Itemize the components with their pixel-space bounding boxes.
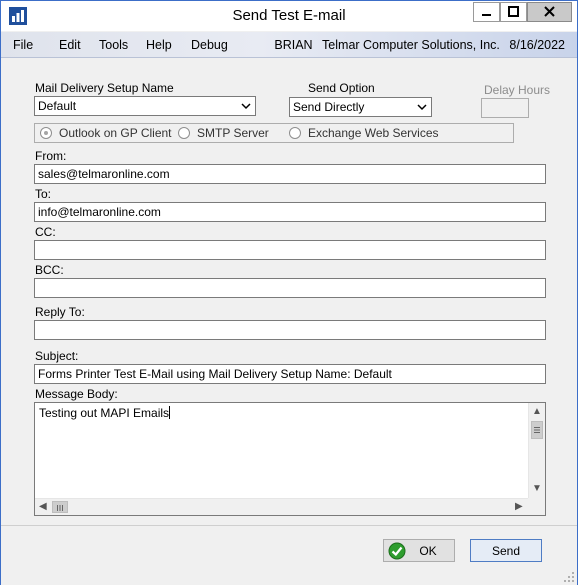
menu-debug[interactable]: Debug — [191, 38, 228, 52]
close-button[interactable] — [527, 2, 572, 22]
resize-grip-icon[interactable] — [563, 571, 575, 583]
menu-edit[interactable]: Edit — [59, 38, 81, 52]
reply-to-label: Reply To: — [35, 305, 85, 319]
user-name: BRIAN — [274, 38, 313, 52]
scrollbar-corner — [528, 498, 545, 515]
mail-setup-dropdown[interactable]: Default — [34, 96, 256, 116]
to-label: To: — [35, 187, 52, 201]
menu-bar: File Edit Tools Help Debug BRIAN Telmar … — [1, 32, 577, 58]
menu-help[interactable]: Help — [146, 38, 172, 52]
delivery-method-group: Outlook on GP Client SMTP Server Exchang… — [34, 123, 514, 143]
radio-exchange-web-services[interactable]: Exchange Web Services — [289, 126, 439, 140]
text-caret — [169, 406, 171, 419]
send-option-dropdown[interactable]: Send Directly — [289, 97, 432, 117]
radio-indicator — [289, 127, 301, 139]
radio-outlook-gp-client[interactable]: Outlook on GP Client — [40, 126, 172, 140]
chevron-down-icon — [241, 103, 251, 110]
session-info: BRIAN Telmar Computer Solutions, Inc. 8/… — [268, 38, 565, 52]
vertical-scroll-thumb[interactable] — [531, 421, 543, 439]
ok-button[interactable]: OK — [383, 539, 455, 562]
grip-lines-icon — [534, 427, 540, 433]
mail-setup-label: Mail Delivery Setup Name — [35, 81, 174, 95]
scroll-left-icon[interactable]: ◀ — [39, 501, 47, 513]
subject-field[interactable]: Forms Printer Test E-Mail using Mail Del… — [34, 364, 546, 384]
message-body-textarea[interactable]: Testing out MAPI Emails ▲ ▼ ◀ ▶ — [34, 402, 546, 516]
mail-setup-value: Default — [38, 99, 77, 113]
ok-button-label: OK — [419, 543, 437, 558]
bcc-label: BCC: — [35, 263, 64, 277]
radio-indicator — [178, 127, 190, 139]
horizontal-scrollbar[interactable]: ◀ ▶ — [35, 498, 529, 515]
message-body-label: Message Body: — [35, 387, 118, 401]
radio-selected-indicator — [40, 127, 52, 139]
cc-field[interactable] — [34, 240, 546, 260]
delay-hours-label: Delay Hours — [484, 83, 551, 97]
cc-label: CC: — [35, 225, 56, 239]
scroll-right-icon[interactable]: ▶ — [515, 501, 523, 513]
chevron-down-icon — [417, 104, 427, 111]
radio-label: Outlook on GP Client — [59, 126, 172, 140]
scroll-down-icon[interactable]: ▼ — [532, 483, 542, 495]
company-name: Telmar Computer Solutions, Inc. — [322, 38, 500, 52]
send-option-value: Send Directly — [293, 100, 365, 114]
from-label: From: — [35, 149, 67, 163]
send-option-label: Send Option — [308, 81, 375, 95]
reply-to-field[interactable] — [34, 320, 546, 340]
form-area: Mail Delivery Setup Name Default Send Op… — [6, 59, 572, 524]
send-button-label: Send — [491, 543, 521, 558]
horizontal-scroll-thumb[interactable] — [52, 501, 68, 513]
message-body-text: Testing out MAPI Emails — [39, 406, 171, 420]
maximize-button[interactable] — [500, 2, 527, 22]
menu-file[interactable]: File — [13, 38, 33, 52]
green-checkmark-icon — [388, 542, 406, 560]
message-body-value: Testing out MAPI Emails — [39, 406, 170, 420]
from-field[interactable]: sales@telmaronline.com — [34, 164, 546, 184]
button-bar: OK Send — [1, 525, 577, 585]
send-test-email-window: Send Test E-mail File Edit Tools Help De… — [0, 0, 578, 585]
user-date: 8/16/2022 — [509, 38, 565, 52]
minimize-button[interactable] — [473, 2, 500, 22]
subject-label: Subject: — [35, 349, 79, 363]
bcc-field[interactable] — [34, 278, 546, 298]
close-icon — [544, 6, 555, 17]
to-field[interactable]: info@telmaronline.com — [34, 202, 546, 222]
maximize-icon — [508, 6, 519, 17]
menu-tools[interactable]: Tools — [99, 38, 128, 52]
title-bar: Send Test E-mail — [1, 1, 577, 31]
radio-smtp-server[interactable]: SMTP Server — [178, 126, 269, 140]
delay-hours-input[interactable] — [481, 98, 529, 118]
vertical-scrollbar[interactable]: ▲ ▼ — [528, 403, 545, 498]
scroll-up-icon[interactable]: ▲ — [532, 406, 542, 418]
grip-lines-icon — [57, 505, 63, 511]
radio-label: SMTP Server — [197, 126, 269, 140]
minimize-icon — [482, 14, 491, 16]
send-button[interactable]: Send — [470, 539, 542, 562]
radio-label: Exchange Web Services — [308, 126, 439, 140]
